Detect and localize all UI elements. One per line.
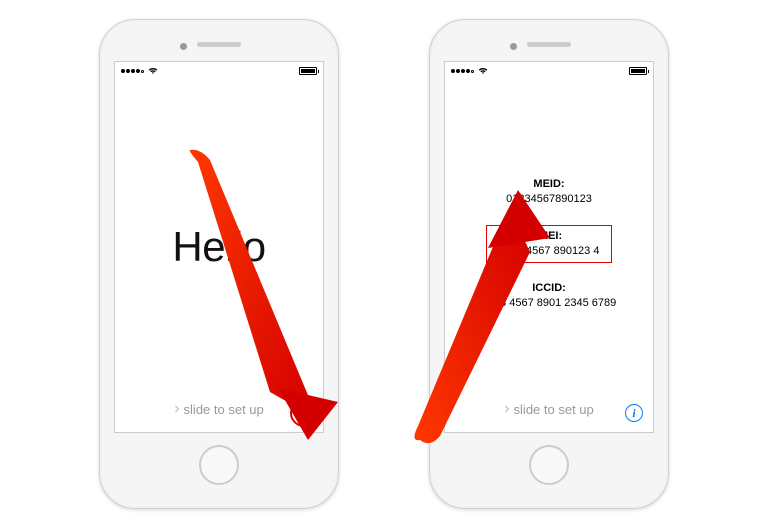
imei-value: 01 234567 890123 4 bbox=[499, 244, 600, 259]
front-camera bbox=[510, 43, 517, 50]
speaker-grille bbox=[197, 42, 241, 47]
slide-to-setup[interactable]: › slide to set up bbox=[445, 400, 653, 418]
imei-block: IMEI: 01 234567 890123 4 bbox=[486, 225, 613, 264]
iccid-block: ICCID: 0123 4567 8901 2345 6789 bbox=[482, 281, 617, 311]
device-details: MEID: 01234567890123 IMEI: 01 234567 890… bbox=[445, 177, 653, 311]
iccid-label: ICCID: bbox=[482, 281, 617, 296]
hello-area: Hello bbox=[115, 62, 323, 432]
signal-icon bbox=[451, 67, 488, 75]
slide-label: slide to set up bbox=[184, 402, 264, 417]
battery-icon bbox=[629, 67, 647, 75]
info-icon[interactable]: i bbox=[295, 404, 313, 422]
iccid-value: 0123 4567 8901 2345 6789 bbox=[482, 296, 617, 311]
screen-right: MEID: 01234567890123 IMEI: 01 234567 890… bbox=[444, 61, 654, 433]
phone-right: MEID: 01234567890123 IMEI: 01 234567 890… bbox=[429, 19, 669, 509]
front-camera bbox=[180, 43, 187, 50]
slide-to-setup[interactable]: › slide to set up bbox=[115, 400, 323, 418]
home-button[interactable] bbox=[199, 445, 239, 485]
meid-value: 01234567890123 bbox=[506, 192, 592, 207]
wifi-icon bbox=[478, 67, 488, 75]
imei-label: IMEI: bbox=[499, 229, 600, 244]
chevron-right-icon: › bbox=[504, 400, 509, 418]
info-icon[interactable]: i bbox=[625, 404, 643, 422]
speaker-grille bbox=[527, 42, 571, 47]
meid-label: MEID: bbox=[506, 177, 592, 192]
chevron-right-icon: › bbox=[174, 400, 179, 418]
slide-label: slide to set up bbox=[514, 402, 594, 417]
home-button[interactable] bbox=[529, 445, 569, 485]
hello-text: Hello bbox=[172, 223, 265, 271]
status-bar bbox=[445, 62, 653, 78]
meid-block: MEID: 01234567890123 bbox=[506, 177, 592, 207]
phone-left: Hello › slide to set up i bbox=[99, 19, 339, 509]
screen-left: Hello › slide to set up i bbox=[114, 61, 324, 433]
